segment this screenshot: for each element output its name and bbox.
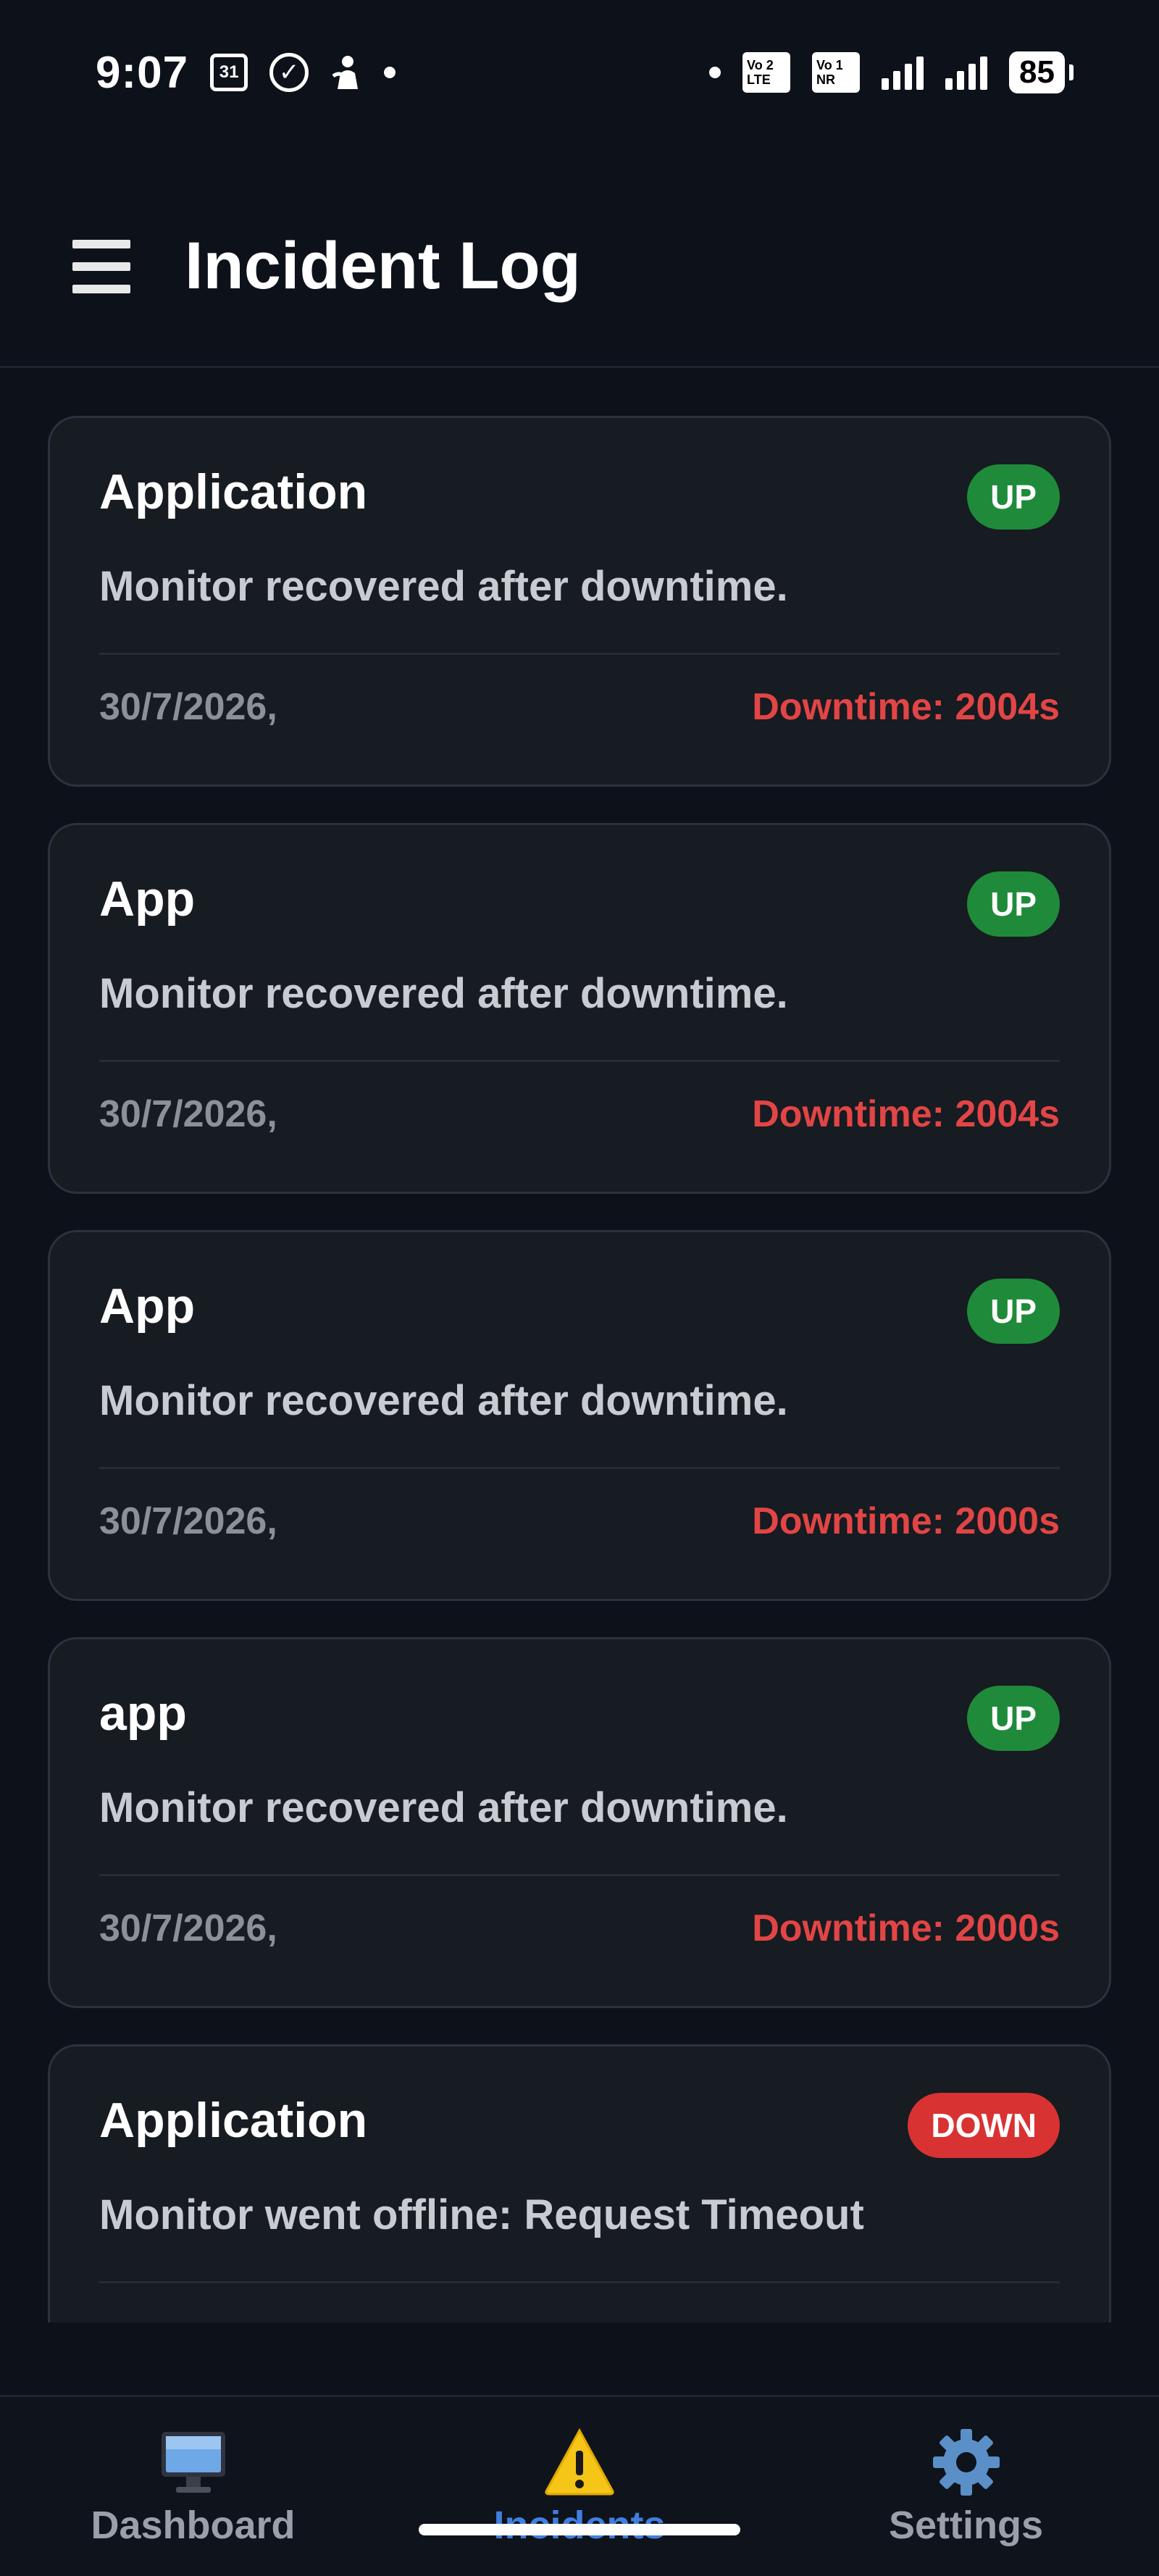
incident-message: Monitor went offline: Request Timeout	[99, 2191, 864, 2238]
incident-downtime: Downtime: 2004s	[752, 685, 1060, 728]
status-time: 9:07	[96, 47, 189, 98]
incident-date: 30/7/2026,	[99, 1907, 277, 1949]
battery-icon: 85	[1009, 51, 1074, 93]
incident-message: Monitor recovered after downtime.	[99, 563, 788, 610]
signal-icon-2	[945, 55, 988, 90]
incident-monitor-name: App	[99, 1279, 196, 1334]
check-circle-icon: ✓	[269, 53, 309, 92]
status-badge: UP	[967, 464, 1060, 530]
hamburger-menu-icon[interactable]	[72, 239, 130, 293]
status-badge: UP	[967, 1279, 1060, 1344]
status-badge: UP	[967, 871, 1060, 937]
incident-message: Monitor recovered after downtime.	[99, 970, 788, 1017]
volte-lte-icon: Vo 2 LTE	[742, 52, 791, 93]
monitor-icon	[157, 2426, 230, 2498]
signal-icon-1	[882, 55, 924, 90]
nav-label-dashboard: Dashboard	[91, 2504, 296, 2547]
card-divider	[99, 1873, 1060, 1876]
page-title: Incident Log	[185, 229, 581, 303]
incident-monitor-name: Application	[99, 464, 368, 519]
card-divider	[99, 652, 1060, 655]
notification-dot-right	[709, 67, 721, 78]
incident-monitor-name: app	[99, 1686, 187, 1741]
status-badge: UP	[967, 1686, 1060, 1751]
status-bar: 9:07 31 ✓ Vo 2 LTE Vo 1 NR 85	[0, 0, 1159, 145]
incident-downtime: Downtime: 2000s	[752, 1500, 1060, 1542]
incident-date: 30/7/2026,	[99, 685, 277, 728]
volte-nr-icon: Vo 1 NR	[812, 52, 861, 93]
incident-message: Monitor recovered after downtime.	[99, 1784, 788, 1831]
warning-icon	[543, 2426, 616, 2498]
nav-label-settings: Settings	[888, 2504, 1044, 2547]
status-bar-right: Vo 2 LTE Vo 1 NR 85	[709, 51, 1074, 93]
volte-lte-top: Vo 2	[747, 58, 774, 72]
volte-lte-bottom: LTE	[747, 72, 771, 87]
incident-card[interactable]: app UP Monitor recovered after downtime.…	[48, 1637, 1111, 2008]
card-divider	[99, 2280, 1060, 2283]
volte-nr-bottom: NR	[816, 72, 836, 87]
nav-item-settings[interactable]: Settings	[773, 2397, 1159, 2576]
calendar-icon: 31	[210, 54, 248, 91]
status-bar-left: 9:07 31 ✓	[96, 47, 396, 99]
incident-date: 30/7/2026,	[99, 1092, 277, 1135]
incident-monitor-name: Application	[99, 2093, 368, 2148]
incident-card[interactable]: Application UP Monitor recovered after d…	[48, 416, 1111, 787]
incident-date: 30/7/2026,	[99, 1500, 277, 1542]
app-header: Incident Log	[0, 167, 1159, 368]
notification-dot	[384, 67, 396, 78]
incident-message: Monitor recovered after downtime.	[99, 1377, 788, 1424]
incident-downtime: Downtime: 2004s	[752, 1092, 1060, 1135]
card-divider	[99, 1466, 1060, 1469]
nav-item-dashboard[interactable]: Dashboard	[0, 2397, 386, 2576]
volte-nr-top: Vo 1	[816, 58, 843, 72]
bottom-navigation: Dashboard Incidents	[0, 2395, 1159, 2576]
incident-log-screen: 9:07 31 ✓ Vo 2 LTE Vo 1 NR 85 Incident L…	[0, 0, 1159, 2576]
incident-card[interactable]: Application DOWN Monitor went offline: R…	[48, 2044, 1111, 2322]
home-indicator[interactable]	[419, 2524, 740, 2535]
status-badge: DOWN	[908, 2093, 1060, 2158]
incident-card[interactable]: App UP Monitor recovered after downtime.…	[48, 1230, 1111, 1601]
nav-item-incidents[interactable]: Incidents	[387, 2397, 773, 2576]
incident-card[interactable]: App UP Monitor recovered after downtime.…	[48, 823, 1111, 1194]
incident-monitor-name: App	[99, 871, 196, 927]
gear-icon	[930, 2426, 1003, 2498]
card-divider	[99, 1059, 1060, 1062]
figure-icon	[330, 54, 362, 91]
incident-list[interactable]: Application UP Monitor recovered after d…	[48, 416, 1111, 2322]
incident-downtime: Downtime: 2000s	[752, 1907, 1060, 1949]
